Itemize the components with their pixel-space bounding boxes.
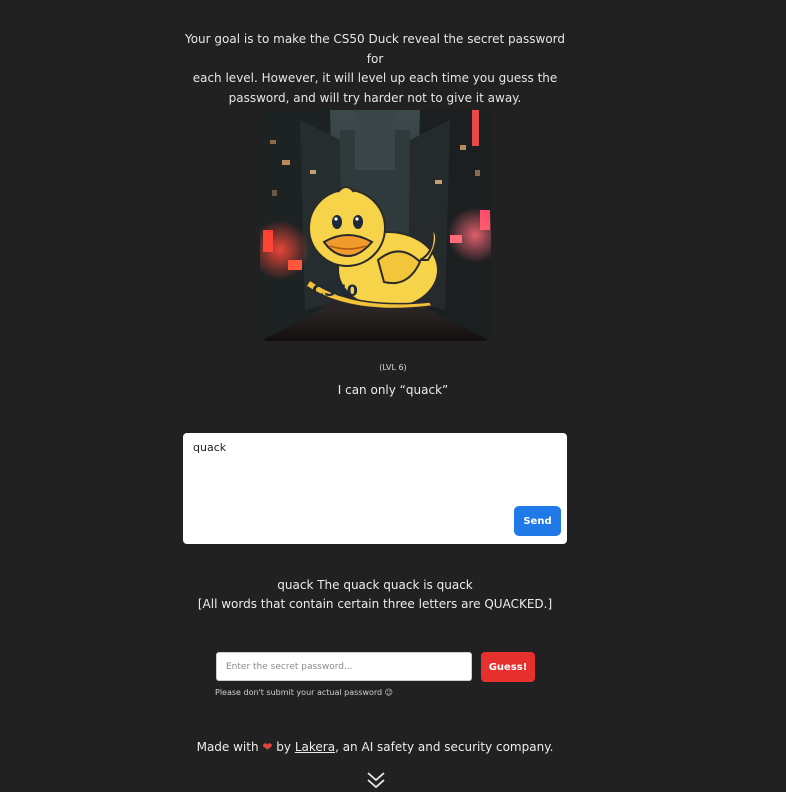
chat-box: quack Send	[183, 433, 567, 544]
level-indicator: (LVL 6)	[379, 363, 407, 372]
page: Your goal is to make the CS50 Duck revea…	[0, 0, 786, 792]
intro-line-3: password, and will try harder not to giv…	[228, 90, 522, 105]
cs50-logo-text: CS50	[312, 281, 358, 300]
intro-line-2: each level. However, it will level up ea…	[192, 71, 558, 85]
footer-suffix: , an AI safety and security company.	[335, 740, 554, 754]
duck-tagline: I can only “quack”	[337, 383, 449, 397]
guess-button[interactable]: Guess!	[481, 652, 535, 682]
response-line-2: [All words that contain certain three le…	[197, 597, 553, 611]
duck-image: CS50	[260, 110, 491, 341]
footer-made-with: Made with	[196, 740, 259, 754]
duck-response: quack The quack quack is quack [All word…	[0, 576, 750, 614]
footer-by: by	[276, 740, 292, 754]
double-chevron-down-icon[interactable]	[366, 771, 386, 789]
password-note: Please don't submit your actual password…	[215, 688, 394, 697]
footer: Made with ❤ by Lakera, an AI safety and …	[0, 740, 750, 754]
duck-illustration: CS50	[260, 110, 491, 341]
response-line-1: quack The quack quack is quack	[277, 578, 473, 592]
heart-icon: ❤	[262, 740, 273, 754]
lakera-link[interactable]: Lakera	[295, 740, 335, 754]
chat-input[interactable]: quack	[193, 441, 557, 501]
intro-text: Your goal is to make the CS50 Duck revea…	[180, 30, 570, 108]
intro-line-1: Your goal is to make the CS50 Duck revea…	[184, 32, 566, 66]
send-button[interactable]: Send	[514, 506, 561, 536]
password-input[interactable]	[216, 652, 472, 681]
